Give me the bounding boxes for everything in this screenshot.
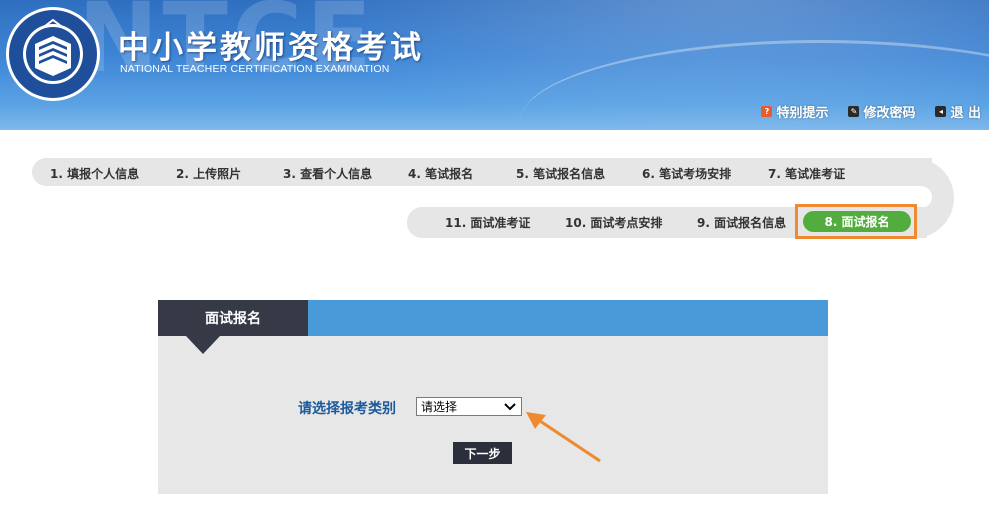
- logout-icon: ◂: [935, 106, 947, 117]
- step-9-interview-registration-info[interactable]: 9. 面试报名信息: [697, 214, 786, 231]
- header-links: ? 特别提示 ✎ 修改密码 ◂ 退 出: [761, 102, 981, 121]
- site-title: 中小学教师资格考试: [118, 30, 424, 66]
- panel-tab-title: 面试报名: [158, 300, 308, 336]
- category-select[interactable]: 请选择: [416, 397, 522, 416]
- step-1-personal-info[interactable]: 1. 填报个人信息: [50, 165, 139, 182]
- logout-link[interactable]: ◂ 退 出: [935, 102, 981, 121]
- category-label: 请选择报考类别: [298, 401, 396, 417]
- change-password-link[interactable]: ✎ 修改密码: [848, 102, 915, 121]
- panel-tab-pointer: [186, 336, 220, 354]
- site-subtitle: NATIONAL TEACHER CERTIFICATION EXAMINATI…: [120, 63, 390, 75]
- step-5-written-registration-info[interactable]: 5. 笔试报名信息: [516, 165, 605, 182]
- logout-label: 退 出: [950, 106, 981, 121]
- step-3-view-info[interactable]: 3. 查看个人信息: [283, 165, 372, 182]
- chevron-down-icon: [504, 402, 516, 410]
- key-icon: ✎: [848, 106, 860, 117]
- step-7-written-admission-ticket[interactable]: 7. 笔试准考证: [768, 165, 845, 182]
- special-notice-link[interactable]: ? 特别提示: [761, 102, 828, 121]
- step-10-interview-site-arrangement[interactable]: 10. 面试考点安排: [565, 214, 662, 231]
- step-11-interview-admission-ticket[interactable]: 11. 面试准考证: [445, 214, 530, 231]
- change-password-label: 修改密码: [863, 106, 916, 121]
- step-8-interview-registration[interactable]: 8. 面试报名: [803, 211, 911, 232]
- category-select-value: 请选择: [421, 400, 458, 414]
- notice-icon: ?: [761, 106, 773, 117]
- annotation-arrow-icon: [526, 412, 601, 463]
- step-4-written-registration[interactable]: 4. 笔试报名: [408, 165, 473, 182]
- step-6-written-exam-arrangement[interactable]: 6. 笔试考场安排: [642, 165, 731, 182]
- header-banner: NTCE 中小学教师资格考试 NATIONAL TEACHER CERTIFIC…: [0, 0, 989, 130]
- step-2-upload-photo[interactable]: 2. 上传照片: [176, 165, 241, 182]
- special-notice-label: 特别提示: [776, 106, 829, 121]
- next-step-button[interactable]: 下一步: [453, 442, 512, 464]
- ntce-logo-icon: [6, 7, 100, 101]
- registration-panel: 面试报名 请选择报考类别 请选择 下一步: [158, 300, 828, 494]
